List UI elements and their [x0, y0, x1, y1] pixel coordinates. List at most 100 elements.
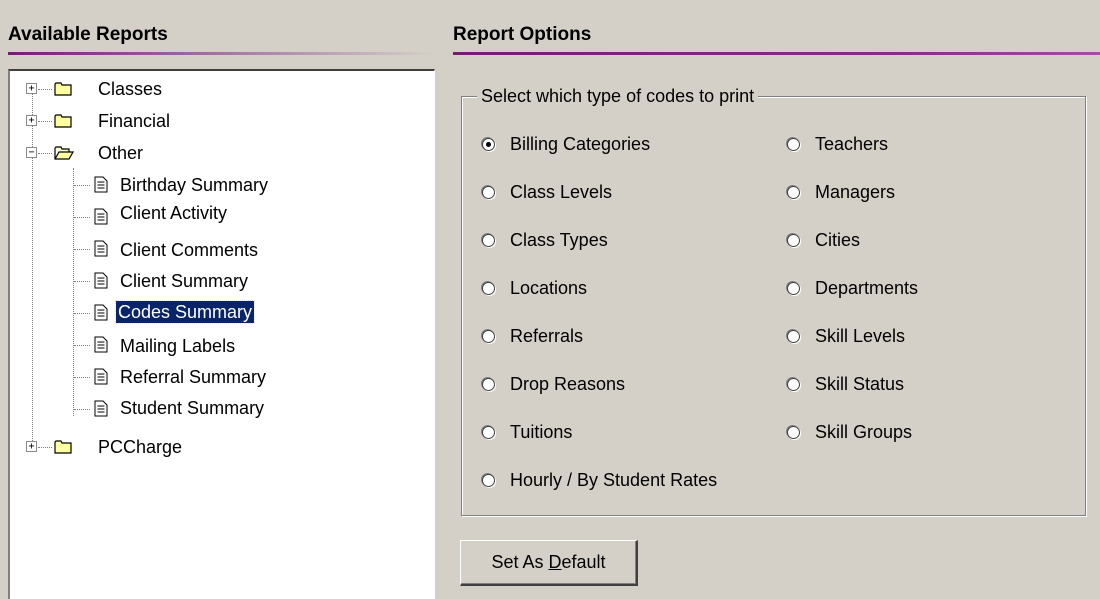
radio-locations[interactable]: Locations — [482, 275, 587, 301]
radio-skill-levels[interactable]: Skill Levels — [787, 323, 905, 349]
report-icon — [94, 176, 108, 193]
radio-button[interactable] — [787, 281, 800, 295]
radio-button[interactable] — [787, 137, 800, 151]
report-options-underline — [453, 52, 1100, 55]
radio-managers[interactable]: Managers — [787, 179, 895, 205]
codes-type-groupbox — [461, 96, 1086, 516]
report-icon — [94, 400, 108, 417]
radio-label[interactable]: Departments — [815, 278, 918, 299]
radio-label[interactable]: Teachers — [815, 134, 888, 155]
radio-label[interactable]: Billing Categories — [510, 134, 650, 155]
tree-folder-financial[interactable]: + Financial — [10, 105, 430, 137]
report-icon — [94, 208, 108, 225]
tree-item-client-comments[interactable]: Client Comments — [10, 233, 430, 265]
tree-label[interactable]: Birthday Summary — [118, 174, 270, 196]
tree-item-client-summary[interactable]: Client Summary — [10, 265, 430, 297]
radio-drop-reasons[interactable]: Drop Reasons — [482, 371, 625, 397]
radio-label[interactable]: Drop Reasons — [510, 374, 625, 395]
tree-label[interactable]: Client Comments — [118, 239, 260, 261]
radio-button[interactable] — [482, 425, 495, 439]
radio-button[interactable] — [482, 137, 495, 151]
report-icon — [94, 272, 108, 289]
radio-skill-groups[interactable]: Skill Groups — [787, 419, 912, 445]
radio-referrals[interactable]: Referrals — [482, 323, 583, 349]
report-icon — [94, 240, 108, 257]
radio-hourly-by-student-rates[interactable]: Hourly / By Student Rates — [482, 467, 717, 493]
radio-button[interactable] — [787, 329, 800, 343]
collapse-icon[interactable]: − — [26, 147, 37, 158]
tree-connector — [38, 89, 52, 90]
tree-item-student-summary[interactable]: Student Summary — [10, 393, 430, 425]
radio-label[interactable]: Referrals — [510, 326, 583, 347]
radio-label[interactable]: Class Levels — [510, 182, 612, 203]
tree-item-client-activity[interactable]: Client Activity — [10, 201, 430, 233]
radio-skill-status[interactable]: Skill Status — [787, 371, 904, 397]
button-label: Set As Default — [491, 552, 606, 572]
radio-class-levels[interactable]: Class Levels — [482, 179, 612, 205]
radio-cities[interactable]: Cities — [787, 227, 860, 253]
tree-item-codes-summary[interactable]: Codes Summary — [10, 297, 430, 329]
radio-label[interactable]: Managers — [815, 182, 895, 203]
tree-item-mailing-labels[interactable]: Mailing Labels — [10, 329, 430, 361]
folder-icon — [54, 82, 72, 96]
radio-label[interactable]: Skill Levels — [815, 326, 905, 347]
groupbox-title: Select which type of codes to print — [477, 86, 759, 107]
tree-label[interactable]: Mailing Labels — [118, 335, 237, 357]
tree-label-selected[interactable]: Codes Summary — [114, 300, 256, 324]
radio-button[interactable] — [787, 425, 800, 439]
tree-folder-pccharge[interactable]: + PCCharge — [10, 431, 430, 463]
tree-folder-classes[interactable]: + Classes — [10, 73, 430, 105]
tree-item-birthday-summary[interactable]: Birthday Summary — [10, 169, 430, 201]
tree-connector — [74, 345, 90, 346]
tree-label[interactable]: Student Summary — [118, 397, 266, 419]
radio-label[interactable]: Skill Status — [815, 374, 904, 395]
folder-icon — [54, 440, 72, 454]
expand-icon[interactable]: + — [26, 115, 37, 126]
tree-label[interactable]: Client Activity — [118, 202, 229, 224]
folder-icon — [54, 114, 72, 128]
radio-button[interactable] — [482, 329, 495, 343]
report-icon — [94, 368, 108, 385]
radio-label[interactable]: Locations — [510, 278, 587, 299]
tree-item-referral-summary[interactable]: Referral Summary — [10, 361, 430, 393]
tree-connector — [38, 447, 52, 448]
report-icon — [94, 304, 108, 321]
tree-label[interactable]: Classes — [96, 78, 164, 100]
tree-label[interactable]: Client Summary — [118, 270, 250, 292]
radio-class-types[interactable]: Class Types — [482, 227, 608, 253]
tree-connector — [74, 249, 90, 250]
radio-label[interactable]: Cities — [815, 230, 860, 251]
expand-icon[interactable]: + — [26, 441, 37, 452]
radio-label[interactable]: Tuitions — [510, 422, 572, 443]
tree-connector — [74, 409, 90, 410]
tree-connector — [74, 185, 90, 186]
radio-button[interactable] — [787, 233, 800, 247]
radio-label[interactable]: Skill Groups — [815, 422, 912, 443]
report-icon — [94, 336, 108, 353]
set-as-default-button[interactable]: Set As Default — [460, 540, 638, 586]
tree-label[interactable]: Financial — [96, 110, 172, 132]
radio-button[interactable] — [482, 281, 495, 295]
radio-tuitions[interactable]: Tuitions — [482, 419, 572, 445]
radio-button[interactable] — [482, 473, 495, 487]
reports-tree[interactable]: + Classes + Financial − Other Birthday S… — [8, 69, 435, 599]
tree-connector — [74, 313, 90, 314]
radio-button[interactable] — [787, 377, 800, 391]
radio-departments[interactable]: Departments — [787, 275, 918, 301]
radio-teachers[interactable]: Teachers — [787, 131, 888, 157]
radio-billing-categories[interactable]: Billing Categories — [482, 131, 650, 157]
tree-label[interactable]: PCCharge — [96, 436, 184, 458]
radio-label[interactable]: Class Types — [510, 230, 608, 251]
tree-folder-other[interactable]: − Other — [10, 137, 430, 169]
tree-connector — [38, 153, 52, 154]
tree-label[interactable]: Referral Summary — [118, 366, 268, 388]
tree-connector — [74, 281, 90, 282]
radio-button[interactable] — [787, 185, 800, 199]
tree-connector — [74, 217, 90, 218]
tree-label[interactable]: Other — [96, 142, 145, 164]
expand-icon[interactable]: + — [26, 83, 37, 94]
radio-button[interactable] — [482, 185, 495, 199]
radio-label[interactable]: Hourly / By Student Rates — [510, 470, 717, 491]
radio-button[interactable] — [482, 233, 495, 247]
radio-button[interactable] — [482, 377, 495, 391]
